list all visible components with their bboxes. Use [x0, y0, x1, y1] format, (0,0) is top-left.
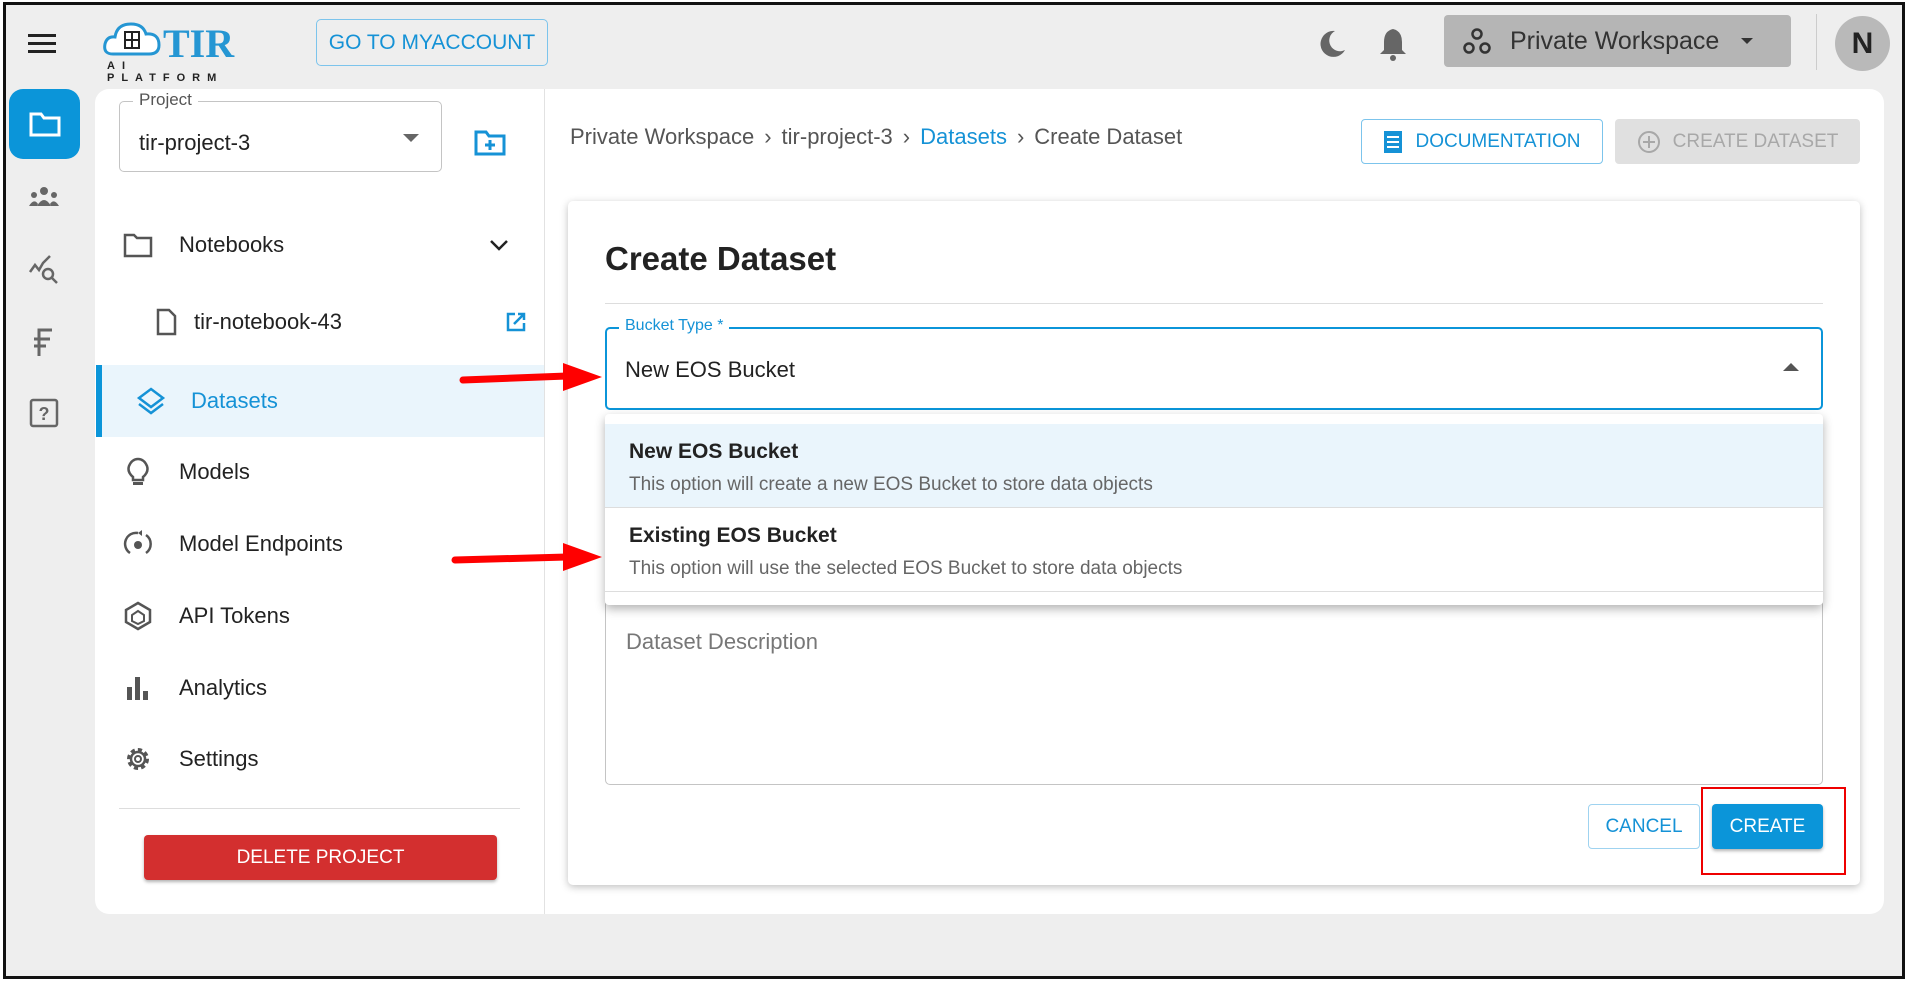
- sidebar-item-notebooks[interactable]: Notebooks: [96, 214, 544, 276]
- sidebar-item-label: API Tokens: [179, 603, 290, 628]
- annotation-arrow-icon: [459, 363, 602, 391]
- go-to-myaccount-button[interactable]: GO TO MYACCOUNT: [316, 19, 548, 66]
- sidebar-item-label: Models: [179, 459, 250, 484]
- page-title: Create Dataset: [605, 240, 837, 277]
- annotation-highlight-box: [1701, 787, 1846, 875]
- sidebar-item-label: Notebooks: [179, 232, 285, 257]
- bucket-type-label: Bucket Type *: [619, 317, 730, 335]
- workspace-label: Private Workspace: [1510, 26, 1720, 55]
- bar-chart-icon: [127, 677, 148, 700]
- sidebar-item-api-tokens[interactable]: API Tokens: [96, 585, 544, 647]
- team-icon[interactable]: [28, 182, 60, 214]
- notification-bell-icon[interactable]: [1378, 26, 1408, 62]
- dataset-description-input[interactable]: Dataset Description: [605, 600, 1823, 785]
- sidebar-divider: [119, 808, 520, 809]
- dark-mode-moon-icon[interactable]: [1315, 28, 1347, 60]
- add-circle-icon: [1637, 130, 1660, 153]
- svg-text:?: ?: [39, 404, 50, 424]
- cancel-button[interactable]: CANCEL: [1588, 804, 1700, 849]
- sidebar-item-label: tir-notebook-43: [194, 309, 342, 334]
- option-title: Existing EOS Bucket: [629, 524, 837, 547]
- workspace-selector[interactable]: Private Workspace: [1444, 15, 1791, 67]
- project-label: Project: [133, 90, 198, 110]
- sidebar-item-label: Datasets: [191, 388, 278, 413]
- sidebar-item-settings[interactable]: Settings: [96, 728, 544, 790]
- folder-icon: [123, 233, 153, 258]
- sidebar-item-label: Settings: [179, 746, 259, 771]
- caret-down-icon: [1741, 38, 1754, 44]
- documentation-button[interactable]: DOCUMENTATION: [1361, 119, 1603, 164]
- caret-up-icon: [1783, 363, 1799, 371]
- create-dataset-label: CREATE DATASET: [1672, 130, 1839, 152]
- breadcrumb-item[interactable]: Datasets: [920, 124, 1007, 150]
- option-existing-eos-bucket[interactable]: Existing EOS Bucket This option will use…: [605, 508, 1823, 592]
- caret-down-icon: [403, 134, 419, 142]
- breadcrumb-item[interactable]: tir-project-3: [782, 124, 893, 150]
- billing-currency-icon[interactable]: [28, 326, 60, 358]
- header-divider: [1816, 14, 1817, 70]
- open-external-icon[interactable]: [505, 311, 527, 333]
- help-icon[interactable]: ?: [28, 397, 60, 429]
- file-icon: [156, 308, 177, 336]
- tir-logo[interactable]: TIR AI PLATFORM: [103, 18, 248, 84]
- gear-icon: [127, 748, 149, 770]
- description-placeholder: Dataset Description: [626, 629, 818, 654]
- logo-subtext: AI PLATFORM: [107, 60, 224, 84]
- documentation-label: DOCUMENTATION: [1415, 130, 1581, 152]
- breadcrumb-separator: ›: [1016, 124, 1025, 149]
- breadcrumb-current: Create Dataset: [1034, 124, 1183, 149]
- option-description: This option will create a new EOS Bucket…: [629, 474, 1153, 495]
- chevron-down-icon[interactable]: [489, 238, 509, 252]
- hamburger-menu-icon[interactable]: [28, 32, 58, 56]
- new-folder-icon[interactable]: [474, 129, 506, 157]
- breadcrumb-item[interactable]: Private Workspace: [570, 124, 754, 150]
- project-select[interactable]: Project tir-project-3: [119, 90, 442, 172]
- lightbulb-icon: [127, 457, 149, 485]
- rail-projects-button[interactable]: [9, 89, 80, 159]
- nav-divider: [544, 89, 545, 914]
- layers-icon: [136, 387, 166, 415]
- avatar[interactable]: N: [1835, 16, 1890, 71]
- workspace-icon: [1463, 28, 1491, 54]
- hexagon-icon: [124, 601, 152, 631]
- endpoint-icon: [123, 530, 152, 555]
- delete-project-button[interactable]: DELETE PROJECT: [144, 835, 497, 880]
- option-new-eos-bucket[interactable]: New EOS Bucket This option will create a…: [605, 424, 1823, 508]
- option-title: New EOS Bucket: [629, 440, 799, 463]
- bucket-type-select[interactable]: Bucket Type * New EOS Bucket: [605, 317, 1823, 410]
- annotation-arrow-icon: [451, 543, 602, 571]
- breadcrumb: Private Workspace › tir-project-3 › Datase…: [570, 124, 1182, 150]
- document-icon: [1384, 130, 1403, 153]
- project-value: tir-project-3: [139, 130, 251, 155]
- sidebar-item-label: Analytics: [179, 675, 268, 700]
- analytics-search-icon[interactable]: [28, 254, 60, 286]
- cloud-logo-icon: [103, 22, 161, 56]
- title-divider: [605, 303, 1823, 304]
- sidebar-item-analytics[interactable]: Analytics: [96, 657, 544, 719]
- breadcrumb-separator: ›: [764, 124, 772, 149]
- sidebar-item-label: Model Endpoints: [179, 531, 343, 556]
- option-description: This option will use the selected EOS Bu…: [629, 558, 1183, 579]
- folder-icon: [29, 112, 60, 137]
- sidebar-item-tir-notebook-43[interactable]: tir-notebook-43: [96, 291, 544, 353]
- bucket-type-dropdown: New EOS Bucket This option will create a…: [605, 414, 1823, 605]
- bucket-type-value: New EOS Bucket: [625, 357, 795, 382]
- breadcrumb-separator: ›: [902, 124, 911, 149]
- sidebar-item-models[interactable]: Models: [96, 441, 544, 503]
- create-dataset-button[interactable]: CREATE DATASET: [1615, 119, 1860, 164]
